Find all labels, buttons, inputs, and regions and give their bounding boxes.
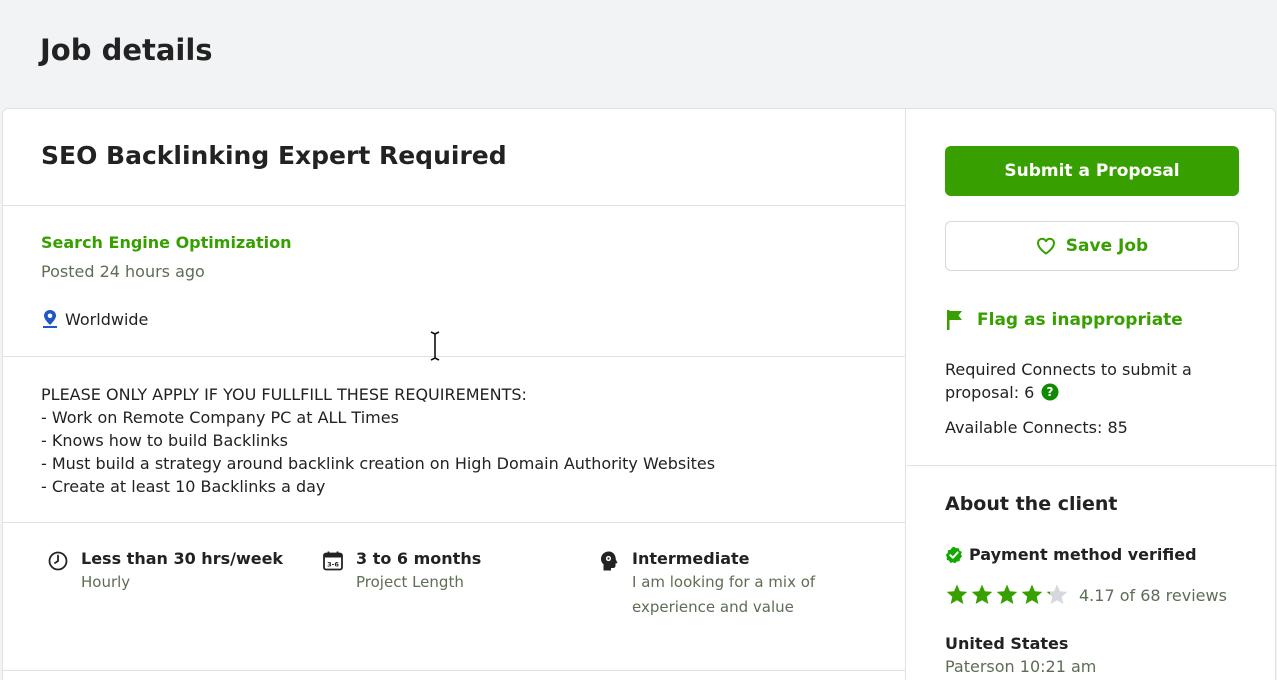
- divider: [907, 465, 1277, 466]
- divider: [3, 205, 906, 206]
- feature-subtitle: experience and value: [632, 598, 794, 616]
- about-client-title: About the client: [945, 493, 1118, 515]
- feature-hours: Less than 30 hrs/week Hourly: [47, 549, 283, 595]
- star-rating: [945, 583, 1069, 607]
- feature-subtitle: Hourly: [81, 573, 131, 591]
- required-connects-text: proposal: 6: [945, 383, 1035, 402]
- client-city-time: Paterson 10:21 am: [945, 657, 1097, 676]
- feature-level: Intermediate I am looking for a mix of e…: [598, 549, 815, 620]
- calendar-icon: 3-6: [323, 551, 343, 571]
- reviews-count: 4.17 of 68 reviews: [1079, 585, 1227, 605]
- save-job-button[interactable]: Save Job: [945, 221, 1239, 271]
- clock-icon: [48, 551, 68, 571]
- verified-check-icon: [945, 546, 962, 563]
- location-label: Worldwide: [65, 309, 149, 329]
- job-details-card: SEO Backlinking Expert Required Search E…: [2, 108, 1277, 680]
- required-connects-text: Required Connects to submit a: [945, 360, 1192, 379]
- feature-title: 3 to 6 months: [356, 549, 482, 568]
- required-connects: Required Connects to submit a proposal: …: [945, 358, 1245, 404]
- feature-subtitle: I am looking for a mix of: [632, 573, 816, 591]
- save-job-label: Save Job: [1065, 236, 1149, 256]
- divider: [3, 356, 906, 357]
- svg-text:?: ?: [1047, 385, 1054, 399]
- star-icon: [971, 584, 993, 604]
- job-main-column: SEO Backlinking Expert Required Search E…: [3, 109, 906, 680]
- flag-icon: [947, 310, 962, 330]
- job-location: Worldwide: [41, 309, 148, 329]
- posted-time: Posted 24 hours ago: [41, 262, 205, 281]
- heart-icon: [1036, 237, 1055, 255]
- description-line: - Must build a strategy around backlink …: [41, 454, 716, 473]
- description-line: - Work on Remote Company PC at ALL Times: [41, 408, 399, 427]
- text-cursor-icon: [430, 331, 440, 361]
- star-icon: [946, 584, 968, 604]
- head-icon: [601, 551, 618, 571]
- flag-label: Flag as inappropriate: [977, 310, 1183, 330]
- payment-verified: Payment method verified: [945, 545, 1197, 564]
- page-title: Job details: [40, 33, 213, 67]
- job-title: SEO Backlinking Expert Required: [41, 141, 507, 170]
- payment-verified-label: Payment method verified: [969, 545, 1197, 564]
- flag-inappropriate-link[interactable]: Flag as inappropriate: [945, 309, 1183, 331]
- feature-title: Intermediate: [632, 549, 750, 568]
- help-icon[interactable]: ?: [1041, 383, 1059, 401]
- feature-title: Less than 30 hrs/week: [81, 549, 284, 568]
- job-sidebar: Submit a Proposal Save Job Flag as inapp…: [907, 109, 1277, 680]
- client-rating: 4.17 of 68 reviews: [945, 583, 1227, 607]
- location-pin-icon: [43, 310, 57, 328]
- star-icon: [1021, 584, 1043, 604]
- feature-subtitle: Project Length: [356, 573, 464, 591]
- feature-duration: 3-6 3 to 6 months Project Length: [322, 549, 481, 595]
- divider: [3, 522, 906, 523]
- client-country: United States: [945, 634, 1069, 653]
- description-line: - Knows how to build Backlinks: [41, 431, 288, 450]
- available-connects: Available Connects: 85: [945, 418, 1128, 437]
- description-line: PLEASE ONLY APPLY IF YOU FULLFILL THESE …: [41, 385, 527, 404]
- description-line: - Create at least 10 Backlinks a day: [41, 477, 326, 496]
- star-icon: [1046, 584, 1068, 604]
- divider: [3, 670, 906, 671]
- job-description: PLEASE ONLY APPLY IF YOU FULLFILL THESE …: [41, 383, 715, 498]
- job-category-link[interactable]: Search Engine Optimization: [41, 233, 292, 252]
- calendar-badge: 3-6: [327, 561, 339, 569]
- star-icon: [996, 584, 1018, 604]
- submit-proposal-button[interactable]: Submit a Proposal: [945, 146, 1239, 196]
